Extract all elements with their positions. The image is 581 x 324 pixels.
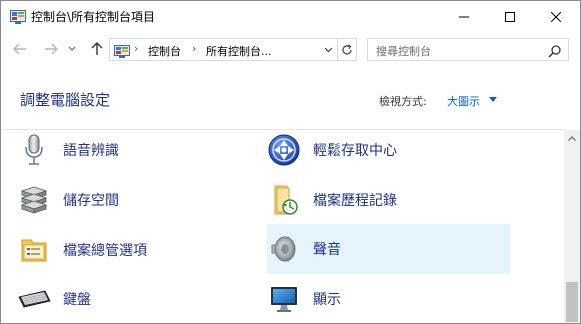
title-bar: 控制台\所有控制台項目	[1, 1, 580, 32]
back-arrow-icon[interactable]	[10, 40, 30, 58]
item-storage-spaces[interactable]: 儲存空間	[17, 177, 257, 223]
page-title: 調整電腦設定	[20, 91, 111, 109]
view-by-label: 檢視方式:	[379, 95, 427, 108]
item-label: 檔案歷程記錄	[313, 193, 397, 209]
recent-locations-chevron-icon[interactable]	[65, 40, 79, 58]
speaker-icon	[267, 232, 301, 266]
address-bar[interactable]: › 控制台 › 所有控制台...	[109, 38, 357, 61]
item-label: 輕鬆存取中心	[313, 143, 397, 159]
storage-spaces-icon	[17, 183, 51, 217]
view-by-caret-icon[interactable]	[489, 97, 497, 102]
item-speech-recognition[interactable]: 語音辨識	[17, 130, 257, 173]
item-ease-of-access[interactable]: 輕鬆存取中心	[267, 130, 510, 173]
control-panel-icon	[10, 9, 26, 24]
window-title: 控制台\所有控制台項目	[31, 10, 156, 24]
file-history-icon	[267, 183, 301, 217]
keyboard-icon	[17, 282, 51, 316]
item-sound[interactable]: 聲音	[267, 224, 510, 274]
forward-arrow-icon[interactable]	[41, 40, 61, 58]
up-arrow-icon[interactable]	[87, 40, 107, 58]
item-label: 聲音	[313, 242, 341, 258]
search-placeholder: 搜尋控制台	[376, 45, 431, 58]
search-box[interactable]: 搜尋控制台	[367, 38, 569, 61]
control-panel-window: 控制台\所有控制台項目 › 控制台 › 所有控制台... 搜尋控制台 調整電腦設…	[0, 0, 581, 324]
close-button[interactable]	[533, 1, 579, 32]
item-label: 語音辨識	[63, 143, 119, 159]
refresh-icon[interactable]	[337, 39, 356, 60]
item-file-history[interactable]: 檔案歷程記錄	[267, 177, 510, 223]
microphone-icon	[17, 133, 51, 167]
maximize-button[interactable]	[487, 1, 533, 32]
view-by-dropdown[interactable]: 大圖示	[447, 93, 480, 109]
item-label: 儲存空間	[63, 193, 119, 209]
item-label: 鍵盤	[63, 292, 91, 308]
navigation-bar: › 控制台 › 所有控制台... 搜尋控制台	[1, 32, 580, 66]
item-label: 檔案總管選項	[63, 243, 147, 259]
folder-options-icon	[17, 233, 51, 267]
ease-of-access-icon	[267, 133, 301, 167]
item-display[interactable]: 顯示	[267, 276, 510, 322]
breadcrumb-all-items[interactable]: 所有控制台...	[206, 43, 272, 59]
breadcrumb-control-panel[interactable]: 控制台	[148, 43, 181, 59]
search-icon[interactable]	[548, 43, 562, 58]
item-keyboard[interactable]: 鍵盤	[17, 276, 257, 322]
scroll-up-arrow-icon[interactable]	[564, 130, 580, 146]
breadcrumb-chevron-icon[interactable]: ›	[192, 42, 196, 55]
scroll-thumb[interactable]	[566, 282, 578, 322]
breadcrumb-chevron-icon[interactable]: ›	[134, 42, 138, 55]
control-panel-icon	[114, 43, 130, 58]
minimize-button[interactable]	[441, 1, 487, 32]
item-label: 顯示	[313, 292, 341, 308]
address-dropdown-chevron-icon[interactable]	[319, 39, 337, 60]
vertical-scrollbar[interactable]	[564, 130, 580, 323]
items-grid: 語音辨識 輕鬆存取中心 儲存空間 檔案歷程記錄 檔案總管選項 聲音 鍵盤 顯示	[1, 130, 565, 323]
monitor-icon	[267, 282, 301, 316]
item-file-explorer-options[interactable]: 檔案總管選項	[17, 227, 257, 273]
